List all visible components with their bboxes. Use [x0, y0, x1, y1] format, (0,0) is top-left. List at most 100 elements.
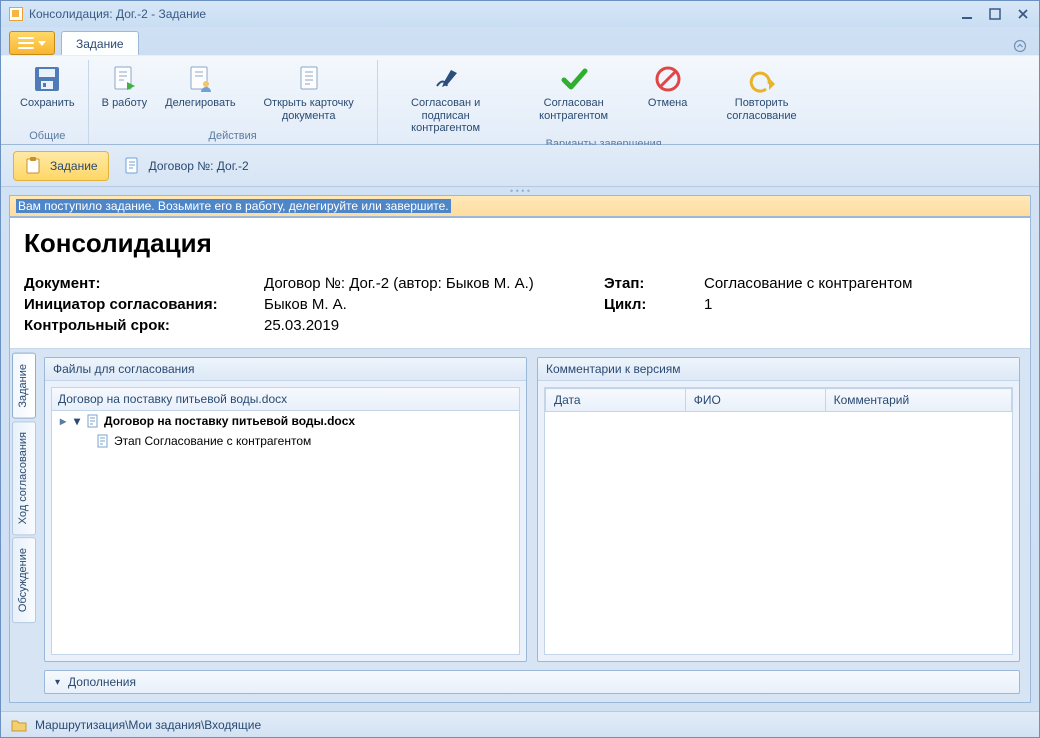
group-common-label: Общие: [29, 130, 65, 142]
chip-document-label: Договор №: Дог.-2: [149, 159, 249, 173]
chip-task-label: Задание: [50, 159, 98, 173]
agreed-button[interactable]: Согласован контрагентом: [512, 60, 636, 138]
ribbon: Сохранить Общие В работу: [1, 55, 1039, 145]
field-stage-label: Этап:: [604, 275, 694, 292]
files-panel-title: Файлы для согласования: [45, 358, 526, 381]
tree-node-root[interactable]: ▸ ▾ Договор на поставку питьевой воды.do…: [52, 411, 519, 431]
app-icon: [9, 7, 23, 21]
document-fields: Документ: Договор №: Дог.-2 (автор: Быко…: [24, 275, 1016, 334]
group-actions-label: Действия: [209, 130, 257, 142]
files-tree: Договор на поставку питьевой воды.docx ▸…: [52, 388, 519, 451]
col-date[interactable]: Дата: [546, 389, 686, 412]
col-comment[interactable]: Комментарий: [825, 389, 1011, 412]
window-title: Консолидация: Дог.-2 - Задание: [29, 7, 206, 21]
status-path: Маршрутизация\Мои задания\Входящие: [35, 718, 261, 732]
collapse-toggle[interactable]: ▾: [72, 414, 82, 428]
field-document-value: Договор №: Дог.-2 (автор: Быков М. А.): [264, 275, 594, 292]
info-banner-text: Вам поступило задание. Возьмите его в ра…: [16, 199, 451, 213]
chip-document[interactable]: Договор №: Дог.-2: [123, 157, 249, 175]
check-icon: [558, 63, 590, 95]
agreed-label: Согласован контрагентом: [519, 97, 629, 122]
open-card-button[interactable]: Открыть карточку документа: [247, 60, 371, 125]
document-person-icon: [184, 63, 216, 95]
signed-button[interactable]: Согласован и подписан контрагентом: [384, 60, 508, 138]
tree-node-child[interactable]: Этап Согласование с контрагентом: [52, 431, 519, 451]
ribbon-tab-label: Задание: [76, 37, 124, 51]
chevron-down-icon: ▾: [55, 677, 60, 688]
file-icon: [96, 434, 110, 448]
comments-panel: Комментарии к версиям Дата ФИО Комментар…: [537, 357, 1020, 662]
to-work-button[interactable]: В работу: [95, 60, 154, 125]
hamburger-icon: [18, 37, 34, 49]
document-header: Консолидация Документ: Договор №: Дог.-2…: [10, 218, 1030, 348]
vtab-flow[interactable]: Ход согласования: [12, 421, 36, 535]
to-work-label: В работу: [102, 97, 147, 110]
signed-label: Согласован и подписан контрагентом: [391, 97, 501, 135]
field-document-label: Документ:: [24, 275, 254, 292]
lower-panels: Задание Ход согласования Обсуждение Файл…: [10, 348, 1030, 702]
files-panel-body: Договор на поставку питьевой воды.docx ▸…: [51, 387, 520, 655]
status-bar: Маршрутизация\Мои задания\Входящие: [1, 711, 1039, 737]
cancel-icon: [652, 63, 684, 95]
delegate-label: Делегировать: [165, 97, 236, 110]
ribbon-tabs: Задание: [1, 27, 1039, 55]
splitter-handle[interactable]: • • • •: [1, 187, 1039, 195]
vtab-discussion[interactable]: Обсуждение: [12, 537, 36, 623]
minimize-button[interactable]: [957, 6, 977, 22]
close-button[interactable]: [1013, 6, 1033, 22]
document-play-icon: [108, 63, 140, 95]
app-menu-button[interactable]: [9, 31, 55, 55]
info-banner: Вам поступило задание. Возьмите его в ра…: [9, 195, 1031, 217]
document-area: Консолидация Документ: Договор №: Дог.-2…: [9, 217, 1031, 703]
document-icon: [293, 63, 325, 95]
dropdown-arrow-icon: [38, 41, 46, 46]
maximize-button[interactable]: [985, 6, 1005, 22]
ribbon-group-actions: В работу Делегировать Открыть карточку д…: [89, 60, 378, 144]
save-label: Сохранить: [20, 97, 75, 110]
files-panel: Файлы для согласования Договор на постав…: [44, 357, 527, 662]
comments-panel-body: Дата ФИО Комментарий: [544, 387, 1013, 655]
undo-icon: [746, 63, 778, 95]
repeat-label: Повторить согласование: [707, 97, 817, 122]
ribbon-area: Задание Сохранить Общие: [1, 27, 1039, 145]
signature-icon: [430, 63, 462, 95]
document-small-icon: [123, 157, 141, 175]
cancel-label: Отмена: [648, 97, 687, 110]
table-header-row: Дата ФИО Комментарий: [546, 389, 1012, 412]
vertical-tabs: Задание Ход согласования Обсуждение: [10, 349, 38, 702]
titlebar: Консолидация: Дог.-2 - Задание: [1, 1, 1039, 27]
comments-table: Дата ФИО Комментарий: [545, 388, 1012, 412]
ribbon-group-common: Сохранить Общие: [7, 60, 89, 144]
extras-label: Дополнения: [68, 675, 136, 689]
files-tree-header: Договор на поставку питьевой воды.docx: [52, 388, 519, 411]
extras-collapsible[interactable]: ▾ Дополнения: [44, 670, 1020, 694]
cancel-button[interactable]: Отмена: [640, 60, 696, 138]
vtab-task[interactable]: Задание: [12, 353, 36, 419]
col-fio[interactable]: ФИО: [685, 389, 825, 412]
panel-stack: Файлы для согласования Договор на постав…: [38, 349, 1030, 702]
open-card-label: Открыть карточку документа: [254, 97, 364, 122]
repeat-button[interactable]: Повторить согласование: [700, 60, 824, 138]
file-icon: [86, 414, 100, 428]
chip-task[interactable]: Задание: [13, 151, 109, 181]
field-deadline-value: 25.03.2019: [264, 317, 594, 334]
delegate-button[interactable]: Делегировать: [158, 60, 243, 125]
chip-bar: Задание Договор №: Дог.-2: [1, 145, 1039, 187]
field-deadline-label: Контрольный срок:: [24, 317, 254, 334]
field-initiator-value: Быков М. А.: [264, 296, 594, 313]
two-column: Файлы для согласования Договор на постав…: [44, 357, 1020, 662]
ribbon-group-completion: Согласован и подписан контрагентом Согла…: [378, 60, 830, 144]
window-controls: [957, 6, 1033, 22]
field-stage-value: Согласование с контрагентом: [704, 275, 1016, 292]
field-initiator-label: Инициатор согласования:: [24, 296, 254, 313]
ribbon-collapse-button[interactable]: [1011, 37, 1029, 55]
tree-child-label: Этап Согласование с контрагентом: [114, 434, 311, 448]
folder-icon: [11, 718, 27, 732]
comments-panel-title: Комментарии к версиям: [538, 358, 1019, 381]
tree-node-label: Договор на поставку питьевой воды.docx: [104, 414, 355, 428]
ribbon-tab-task[interactable]: Задание: [61, 31, 139, 55]
app-window: Консолидация: Дог.-2 - Задание Задание: [0, 0, 1040, 738]
field-cycle-label: Цикл:: [604, 296, 694, 313]
save-button[interactable]: Сохранить: [13, 60, 82, 113]
save-icon: [31, 63, 63, 95]
